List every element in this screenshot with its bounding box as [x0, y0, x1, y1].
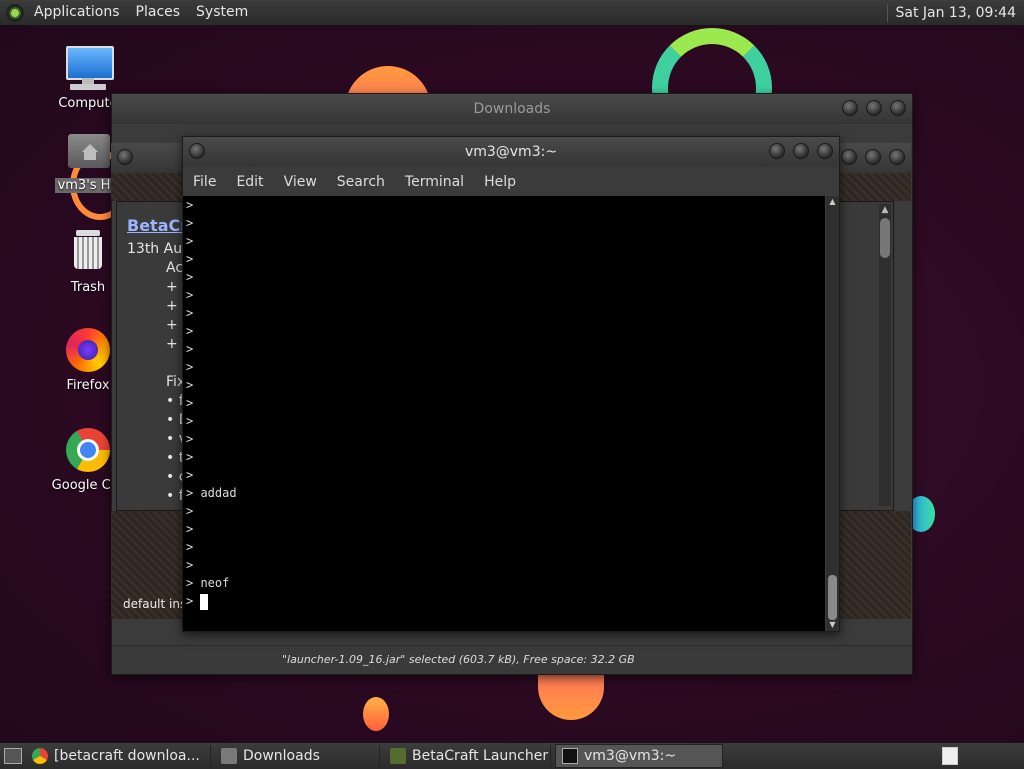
terminal-scroll-thumb[interactable] — [828, 575, 837, 620]
window-menu-button[interactable] — [189, 143, 205, 159]
taskbar-item-label: vm3@vm3:~ — [584, 748, 676, 764]
terminal-line: > — [183, 502, 825, 520]
terminal-line: > — [183, 304, 825, 322]
places-menu[interactable]: Places — [128, 0, 189, 25]
close-button[interactable] — [889, 149, 905, 165]
terminal-line: > — [183, 466, 825, 484]
terminal-menubar: File Edit View Search Terminal Help — [183, 167, 839, 196]
taskbar-item-label: Downloads — [243, 748, 320, 764]
close-button[interactable] — [890, 100, 906, 116]
terminal-line: > — [183, 556, 825, 574]
distro-logo-icon[interactable] — [6, 4, 24, 22]
changelog-scrollbar[interactable]: ▲ — [879, 204, 891, 506]
terminal-line: > — [183, 232, 825, 250]
terminal-icon — [562, 748, 578, 764]
terminal-line: > — [183, 376, 825, 394]
minimize-button[interactable] — [842, 100, 858, 116]
terminal-window: vm3@vm3:~ File Edit View Search Terminal… — [182, 136, 840, 632]
wallpaper-small-drop — [363, 697, 389, 731]
menu-edit[interactable]: Edit — [226, 174, 273, 190]
terminal-line: > addad — [183, 484, 825, 502]
terminal-line: > — [183, 286, 825, 304]
taskbar-item-label: BetaCraft Launcher ... — [412, 748, 551, 764]
terminal-output[interactable]: >>>>>>>>>>>>>>>>> addad>>>>> neof> — [183, 196, 825, 631]
terminal-line: > — [183, 448, 825, 466]
terminal-line: > — [183, 412, 825, 430]
terminal-line: > — [183, 268, 825, 286]
terminal-titlebar[interactable]: vm3@vm3:~ — [183, 137, 839, 167]
applications-menu[interactable]: Applications — [26, 0, 128, 25]
menu-file[interactable]: File — [183, 174, 226, 190]
terminal-line: > neof — [183, 574, 825, 592]
scroll-up-icon[interactable]: ▲ — [826, 196, 839, 208]
terminal-line: > — [183, 358, 825, 376]
changelog-scroll-thumb[interactable] — [880, 218, 890, 258]
maximize-button[interactable] — [866, 100, 882, 116]
show-desktop-icon[interactable] — [4, 748, 22, 764]
taskbar: [betacraft downloa... Downloads BetaCraf… — [0, 742, 1024, 769]
window-menu-button[interactable] — [117, 149, 133, 165]
downloads-statusbar: "launcher-1.09_16.jar" selected (603.7 k… — [112, 645, 912, 674]
text-cursor — [200, 594, 208, 610]
trash-icon — [64, 228, 112, 276]
top-panel: Applications Places System Sat Jan 13, 0… — [0, 0, 1024, 26]
maximize-button[interactable] — [793, 143, 809, 159]
system-menu[interactable]: System — [188, 0, 256, 25]
menu-terminal[interactable]: Terminal — [395, 174, 474, 190]
terminal-prompt-line[interactable]: > — [183, 592, 825, 610]
terminal-line: > — [183, 250, 825, 268]
taskbar-item-chrome[interactable]: [betacraft downloa... — [26, 745, 211, 767]
taskbar-item-betacraft[interactable]: BetaCraft Launcher ... — [384, 745, 551, 767]
terminal-scrollbar[interactable]: ▲ ▼ — [826, 196, 839, 631]
chrome-icon — [64, 426, 112, 474]
taskbar-item-label: [betacraft downloa... — [54, 748, 200, 764]
minimize-button[interactable] — [769, 143, 785, 159]
workspace-switcher-icon[interactable] — [942, 747, 958, 765]
terminal-prompt: > — [186, 594, 200, 608]
status-text: "launcher-1.09_16.jar" selected (603.7 k… — [282, 653, 635, 666]
java-icon — [390, 748, 406, 764]
menu-view[interactable]: View — [274, 174, 327, 190]
taskbar-item-downloads[interactable]: Downloads — [215, 745, 380, 767]
install-label: default ins — [123, 597, 186, 611]
firefox-icon — [64, 326, 112, 374]
taskbar-item-terminal[interactable]: vm3@vm3:~ — [555, 744, 723, 768]
downloads-title: Downloads — [474, 101, 551, 117]
home-folder-icon — [64, 126, 112, 174]
minimize-button[interactable] — [841, 149, 857, 165]
terminal-line: > — [183, 538, 825, 556]
folder-icon — [221, 748, 237, 764]
downloads-titlebar[interactable]: Downloads — [112, 94, 912, 124]
terminal-line: > — [183, 322, 825, 340]
scroll-up-icon[interactable]: ▲ — [879, 204, 891, 216]
terminal-line: > — [183, 340, 825, 358]
chrome-icon — [32, 748, 48, 764]
terminal-line: > — [183, 394, 825, 412]
terminal-title: vm3@vm3:~ — [465, 144, 557, 160]
clock[interactable]: Sat Jan 13, 09:44 — [887, 4, 1024, 22]
maximize-button[interactable] — [865, 149, 881, 165]
terminal-line: > — [183, 196, 825, 214]
terminal-line: > — [183, 520, 825, 538]
scroll-down-icon[interactable]: ▼ — [826, 619, 839, 631]
menu-search[interactable]: Search — [327, 174, 395, 190]
close-button[interactable] — [817, 143, 833, 159]
computer-icon — [64, 44, 112, 92]
terminal-line: > — [183, 214, 825, 232]
menu-help[interactable]: Help — [474, 174, 526, 190]
terminal-line: > — [183, 430, 825, 448]
